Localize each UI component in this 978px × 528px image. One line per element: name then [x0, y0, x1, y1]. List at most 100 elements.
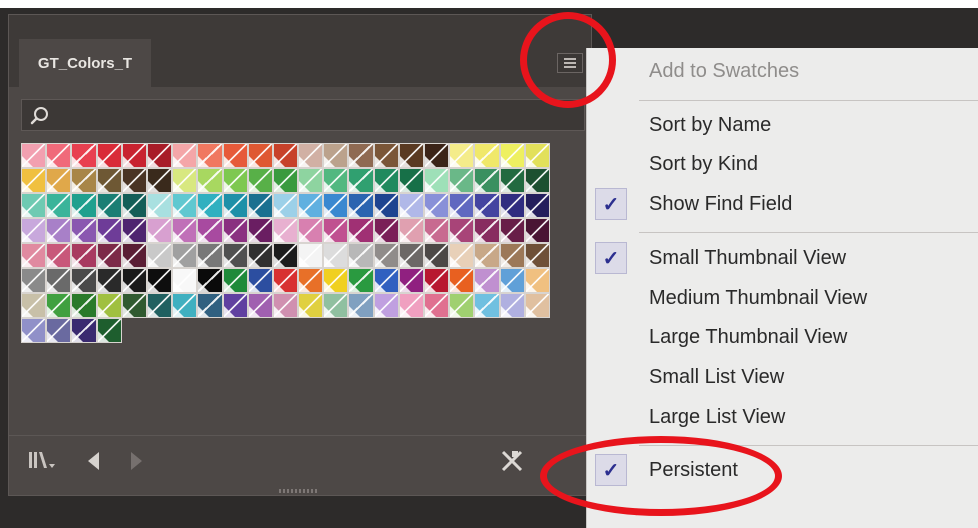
- color-swatch[interactable]: [424, 293, 450, 318]
- color-swatch[interactable]: [373, 243, 399, 268]
- color-swatch[interactable]: [398, 293, 424, 318]
- color-swatch[interactable]: [247, 193, 273, 218]
- color-swatch[interactable]: [121, 193, 147, 218]
- panel-menu-button[interactable]: [557, 53, 583, 73]
- color-swatch[interactable]: [21, 193, 47, 218]
- color-swatch[interactable]: [373, 143, 399, 168]
- color-swatch[interactable]: [121, 218, 147, 243]
- color-swatch[interactable]: [46, 168, 72, 193]
- color-swatch[interactable]: [298, 143, 324, 168]
- color-swatch[interactable]: [474, 143, 500, 168]
- color-swatch[interactable]: [71, 268, 97, 293]
- color-swatch[interactable]: [197, 218, 223, 243]
- color-swatch[interactable]: [71, 243, 97, 268]
- color-swatch[interactable]: [21, 318, 47, 343]
- color-swatch[interactable]: [197, 143, 223, 168]
- color-swatch[interactable]: [524, 293, 550, 318]
- next-library-icon[interactable]: [127, 448, 145, 474]
- color-swatch[interactable]: [323, 218, 349, 243]
- color-swatch[interactable]: [172, 293, 198, 318]
- color-swatch[interactable]: [348, 193, 374, 218]
- color-swatch[interactable]: [71, 193, 97, 218]
- color-swatch[interactable]: [197, 193, 223, 218]
- color-swatch[interactable]: [96, 268, 122, 293]
- color-swatch[interactable]: [197, 268, 223, 293]
- color-swatch[interactable]: [121, 293, 147, 318]
- color-swatch[interactable]: [449, 268, 475, 293]
- color-swatch[interactable]: [96, 168, 122, 193]
- color-swatch[interactable]: [474, 168, 500, 193]
- color-swatch[interactable]: [373, 218, 399, 243]
- color-swatch[interactable]: [499, 243, 525, 268]
- color-swatch[interactable]: [96, 143, 122, 168]
- color-swatch[interactable]: [298, 218, 324, 243]
- color-swatch[interactable]: [272, 168, 299, 193]
- color-swatch[interactable]: [449, 193, 475, 218]
- color-swatch[interactable]: [21, 293, 47, 318]
- color-swatch[interactable]: [247, 143, 273, 168]
- color-swatch[interactable]: [499, 293, 525, 318]
- color-swatch[interactable]: [272, 293, 299, 318]
- swatch-libraries-icon[interactable]: [27, 448, 59, 474]
- color-swatch[interactable]: [298, 168, 324, 193]
- color-swatch[interactable]: [146, 143, 173, 168]
- color-swatch[interactable]: [424, 143, 450, 168]
- color-swatch[interactable]: [323, 193, 349, 218]
- color-swatch[interactable]: [247, 293, 273, 318]
- color-swatch[interactable]: [373, 193, 399, 218]
- color-swatch[interactable]: [424, 268, 450, 293]
- color-swatch[interactable]: [398, 193, 424, 218]
- color-swatch[interactable]: [96, 318, 122, 343]
- color-swatch[interactable]: [146, 243, 173, 268]
- color-swatch[interactable]: [46, 293, 72, 318]
- color-swatch[interactable]: [197, 168, 223, 193]
- color-swatch[interactable]: [172, 243, 198, 268]
- color-swatch[interactable]: [222, 143, 248, 168]
- color-swatch[interactable]: [499, 168, 525, 193]
- menu-item-large-list-view[interactable]: Large List View: [649, 399, 785, 435]
- menu-item-sort-by-name[interactable]: Sort by Name: [649, 107, 771, 143]
- color-swatch[interactable]: [222, 218, 248, 243]
- color-swatch[interactable]: [474, 193, 500, 218]
- color-swatch[interactable]: [96, 193, 122, 218]
- color-swatch[interactable]: [121, 143, 147, 168]
- color-swatch[interactable]: [272, 143, 299, 168]
- color-swatch[interactable]: [348, 218, 374, 243]
- color-swatch[interactable]: [46, 318, 72, 343]
- color-swatch[interactable]: [71, 293, 97, 318]
- color-swatch[interactable]: [21, 268, 47, 293]
- color-swatch[interactable]: [398, 143, 424, 168]
- color-swatch[interactable]: [499, 193, 525, 218]
- menu-item-persistent[interactable]: Persistent: [649, 452, 738, 488]
- color-swatch[interactable]: [323, 243, 349, 268]
- find-field[interactable]: [21, 99, 585, 131]
- menu-item-show-find-field[interactable]: Show Find Field: [649, 186, 792, 222]
- color-swatch[interactable]: [21, 168, 47, 193]
- tab-gt-colors[interactable]: GT_Colors_T: [19, 39, 151, 87]
- previous-library-icon[interactable]: [85, 448, 103, 474]
- color-swatch[interactable]: [524, 193, 550, 218]
- color-swatch[interactable]: [272, 218, 299, 243]
- color-swatch[interactable]: [247, 218, 273, 243]
- menu-item-medium-thumbnail-view[interactable]: Medium Thumbnail View: [649, 280, 867, 316]
- color-swatch[interactable]: [323, 143, 349, 168]
- color-swatch[interactable]: [146, 218, 173, 243]
- color-swatch[interactable]: [348, 293, 374, 318]
- color-swatch[interactable]: [21, 218, 47, 243]
- color-swatch[interactable]: [499, 218, 525, 243]
- color-swatch[interactable]: [424, 218, 450, 243]
- color-swatch[interactable]: [222, 293, 248, 318]
- color-swatch[interactable]: [348, 268, 374, 293]
- color-swatch[interactable]: [449, 143, 475, 168]
- color-swatch[interactable]: [298, 243, 324, 268]
- color-swatch[interactable]: [323, 268, 349, 293]
- color-swatch[interactable]: [46, 268, 72, 293]
- color-swatch[interactable]: [474, 218, 500, 243]
- color-swatch[interactable]: [524, 168, 550, 193]
- color-swatch[interactable]: [398, 218, 424, 243]
- color-swatch[interactable]: [348, 143, 374, 168]
- color-swatch[interactable]: [121, 243, 147, 268]
- color-swatch[interactable]: [222, 168, 248, 193]
- color-swatch[interactable]: [398, 243, 424, 268]
- resize-grip[interactable]: [279, 489, 319, 493]
